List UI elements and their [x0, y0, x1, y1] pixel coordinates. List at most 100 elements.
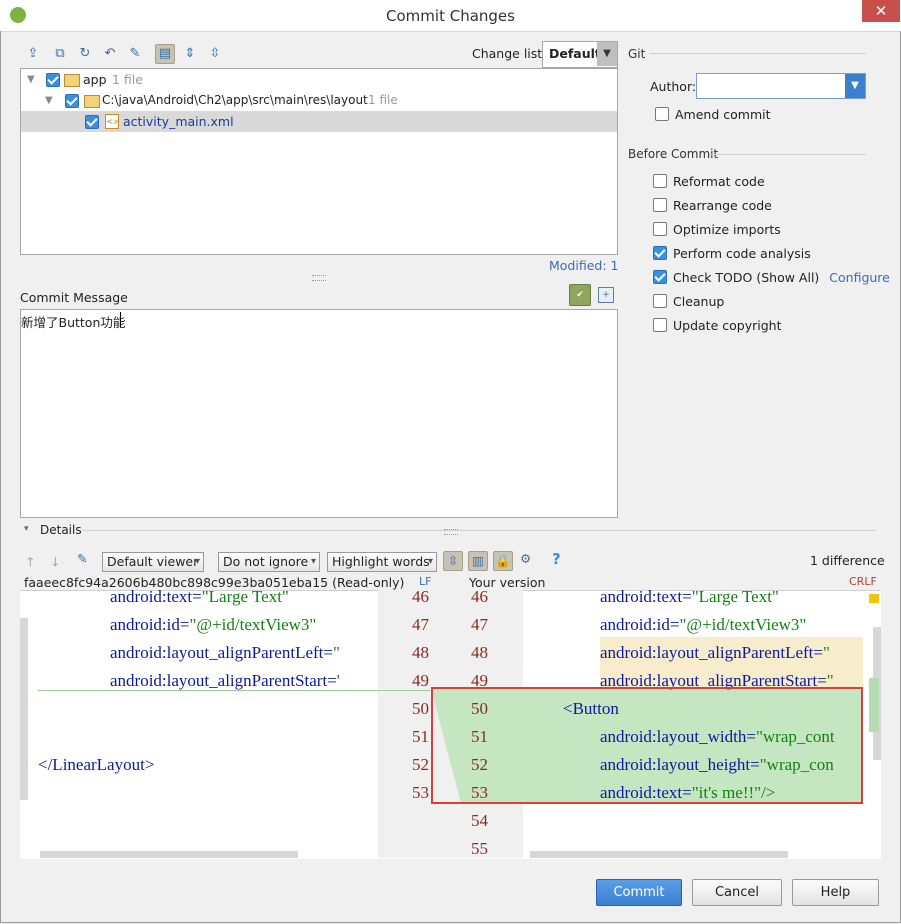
expand-all-icon[interactable]: ⇕	[181, 45, 199, 63]
expand-arrow-icon[interactable]: ▼	[45, 90, 53, 111]
right-line-number: 47	[471, 615, 488, 634]
right-horizontal-scrollbar[interactable]	[530, 851, 788, 858]
change-list-value: Default	[549, 46, 601, 61]
reformat-code-checkbox[interactable]	[653, 174, 667, 188]
option-cleanup[interactable]: Cleanup	[653, 293, 724, 311]
left-horizontal-scrollbar[interactable]	[40, 851, 298, 858]
right-line-number: 54	[471, 811, 488, 830]
cleanup-label: Cleanup	[673, 294, 725, 309]
chevron-down-icon[interactable]: ▼	[597, 42, 617, 66]
move-to-changelist-icon[interactable]: ⇪	[24, 45, 42, 63]
left-code-line: </LinearLayout>	[38, 755, 155, 774]
option-update-copyright[interactable]: Update copyright	[653, 317, 781, 335]
option-check-todo[interactable]: Check TODO (Show All) Configure	[653, 269, 890, 287]
previous-difference-icon[interactable]: 🡑	[27, 553, 34, 574]
details-expand-icon[interactable]: ▾	[24, 524, 29, 534]
module-folder-icon	[64, 74, 80, 87]
amend-commit-checkbox[interactable]	[655, 107, 669, 121]
collapse-unchanged-icon[interactable]: ⇳	[443, 551, 463, 571]
optimize-imports-checkbox[interactable]	[653, 222, 667, 236]
check-todo-checkbox[interactable]	[653, 270, 667, 284]
right-code-line: android:text="Large Text"	[600, 587, 779, 606]
before-commit-title: Before Commit	[628, 147, 719, 161]
left-code-line: android:layout_alignParentStart='	[110, 671, 340, 690]
right-line-number: 55	[471, 839, 488, 858]
help-button[interactable]: Help	[792, 879, 879, 906]
expand-arrow-icon[interactable]: ▼	[27, 69, 35, 90]
xml-file-icon: <>	[105, 114, 119, 129]
help-icon[interactable]: ?	[552, 550, 561, 568]
left-line-number: 46	[412, 587, 429, 606]
show-diff-icon[interactable]: ⧉	[51, 45, 69, 63]
left-line-number: 51	[412, 727, 429, 746]
author-input[interactable]	[696, 73, 866, 99]
refresh-icon[interactable]: ↻	[76, 45, 94, 63]
chevron-down-icon[interactable]: ▼	[845, 74, 865, 98]
highlight-dropdown[interactable]: Highlight words	[327, 552, 437, 572]
tree-app-name: app	[83, 72, 107, 87]
option-rearrange-code[interactable]: Rearrange code	[653, 197, 772, 215]
next-difference-icon[interactable]: 🡓	[52, 553, 59, 574]
spellcheck-icon[interactable]: ✔	[569, 284, 591, 306]
update-copyright-checkbox[interactable]	[653, 318, 667, 332]
cleanup-checkbox[interactable]	[653, 294, 667, 308]
lock-icon[interactable]: 🔒	[493, 551, 513, 571]
window-title: Commit Changes	[386, 7, 515, 25]
splitter-handle[interactable]	[312, 275, 326, 281]
tree-row-app[interactable]: ▼ app 1 file	[21, 69, 617, 90]
perform-code-analysis-checkbox[interactable]	[653, 246, 667, 260]
right-line-number: 46	[471, 587, 488, 606]
change-list-label: Change list:	[472, 46, 547, 61]
amend-commit-option[interactable]: Amend commit	[655, 106, 771, 124]
commit-message-input[interactable]	[20, 309, 618, 518]
dir-checkbox[interactable]	[65, 94, 79, 108]
left-line-number: 47	[412, 615, 429, 634]
file-checkbox[interactable]	[85, 115, 99, 129]
splitter-handle[interactable]	[444, 529, 458, 535]
rearrange-code-label: Rearrange code	[673, 198, 772, 213]
tree-row-file[interactable]: <> activity_main.xml	[21, 111, 617, 132]
before-commit-separator	[710, 154, 866, 155]
changes-tree[interactable]: ▼ app 1 file ▼ C:\java\Android\Ch2\app\s…	[20, 68, 618, 255]
option-perform-code-analysis[interactable]: Perform code analysis	[653, 245, 811, 263]
group-by-directory-icon[interactable]: ▤	[155, 44, 175, 64]
tree-file-name: activity_main.xml	[123, 114, 234, 129]
collapse-all-icon[interactable]: ⇳	[206, 45, 224, 63]
option-reformat-code[interactable]: Reformat code	[653, 173, 765, 191]
annotation-highlight-box	[431, 687, 863, 804]
optimize-imports-label: Optimize imports	[673, 222, 781, 237]
perform-code-analysis-label: Perform code analysis	[673, 246, 811, 261]
viewer-dropdown[interactable]: Default viewer	[102, 552, 204, 572]
difference-count: 1 difference	[810, 553, 885, 568]
left-code-line: android:layout_alignParentLeft="	[110, 643, 340, 662]
amend-commit-label: Amend commit	[675, 107, 771, 122]
option-optimize-imports[interactable]: Optimize imports	[653, 221, 781, 239]
app-checkbox[interactable]	[46, 73, 60, 87]
edit-source-icon[interactable]: ✎	[126, 45, 144, 63]
configure-link[interactable]: Configure	[829, 270, 890, 285]
right-code-line: android:layout_alignParentLeft="	[600, 643, 830, 662]
cancel-button[interactable]: Cancel	[692, 879, 782, 906]
right-code-line: android:id="@+id/textView3"	[600, 615, 807, 634]
commit-message-label: Commit Message	[20, 290, 128, 305]
side-by-side-icon[interactable]: ▥	[468, 551, 488, 571]
git-separator	[650, 53, 866, 54]
rearrange-code-checkbox[interactable]	[653, 198, 667, 212]
edit-source-icon[interactable]: ✎	[77, 551, 87, 566]
details-label: Details	[40, 523, 82, 537]
left-vertical-scrollbar[interactable]	[20, 618, 28, 800]
folder-icon	[84, 95, 100, 108]
ignore-dropdown[interactable]: Do not ignore	[218, 552, 320, 572]
settings-gear-icon[interactable]: ⚙	[520, 551, 531, 566]
commit-history-icon[interactable]: +	[598, 287, 614, 303]
tree-row-dir[interactable]: ▼ C:\java\Android\Ch2\app\src\main\res\l…	[21, 90, 617, 111]
text-cursor	[120, 312, 121, 327]
commit-message-text: 新增了Button功能	[21, 315, 126, 330]
close-button[interactable]: ✕	[862, 0, 900, 22]
left-line-number: 50	[412, 699, 429, 718]
check-todo-label: Check TODO (Show All)	[673, 270, 820, 285]
rollback-icon[interactable]: ↶	[101, 45, 119, 63]
commit-button[interactable]: Commit	[596, 879, 682, 906]
left-code-line: android:text="Large Text"	[110, 587, 289, 606]
reformat-code-label: Reformat code	[673, 174, 765, 189]
